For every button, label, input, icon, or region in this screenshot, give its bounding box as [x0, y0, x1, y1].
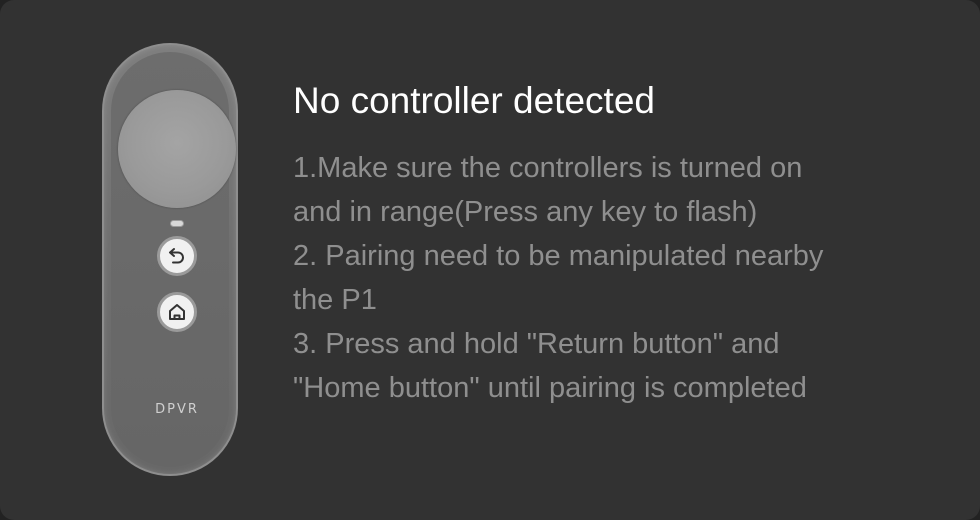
instruction-line: 1.Make sure the controllers is turned on: [293, 152, 803, 184]
instruction-line: the P1: [293, 284, 377, 316]
controller-led-indicator: [170, 220, 184, 227]
return-arrow-icon: [169, 248, 184, 264]
controller-home-button: [157, 292, 197, 332]
home-icon: [169, 304, 185, 320]
controller-brand-label: DPVR: [155, 402, 199, 417]
controller-illustration: DPVR: [102, 43, 238, 476]
instruction-line: "Home button" until pairing is completed: [293, 372, 807, 404]
controller-touchpad: [118, 90, 236, 208]
instruction-line: 2. Pairing need to be manipulated nearby: [293, 240, 824, 272]
pairing-instructions: 1.Make sure the controllers is turned on…: [293, 146, 953, 410]
controller-body: DPVR: [111, 52, 236, 467]
instruction-line: 3. Press and hold "Return button" and: [293, 328, 780, 360]
no-controller-dialog: DPVR No controller detected 1.Make sure …: [0, 0, 980, 520]
instruction-line: and in range(Press any key to flash): [293, 196, 758, 228]
dialog-title: No controller detected: [293, 80, 655, 121]
controller-return-button: [157, 236, 197, 276]
